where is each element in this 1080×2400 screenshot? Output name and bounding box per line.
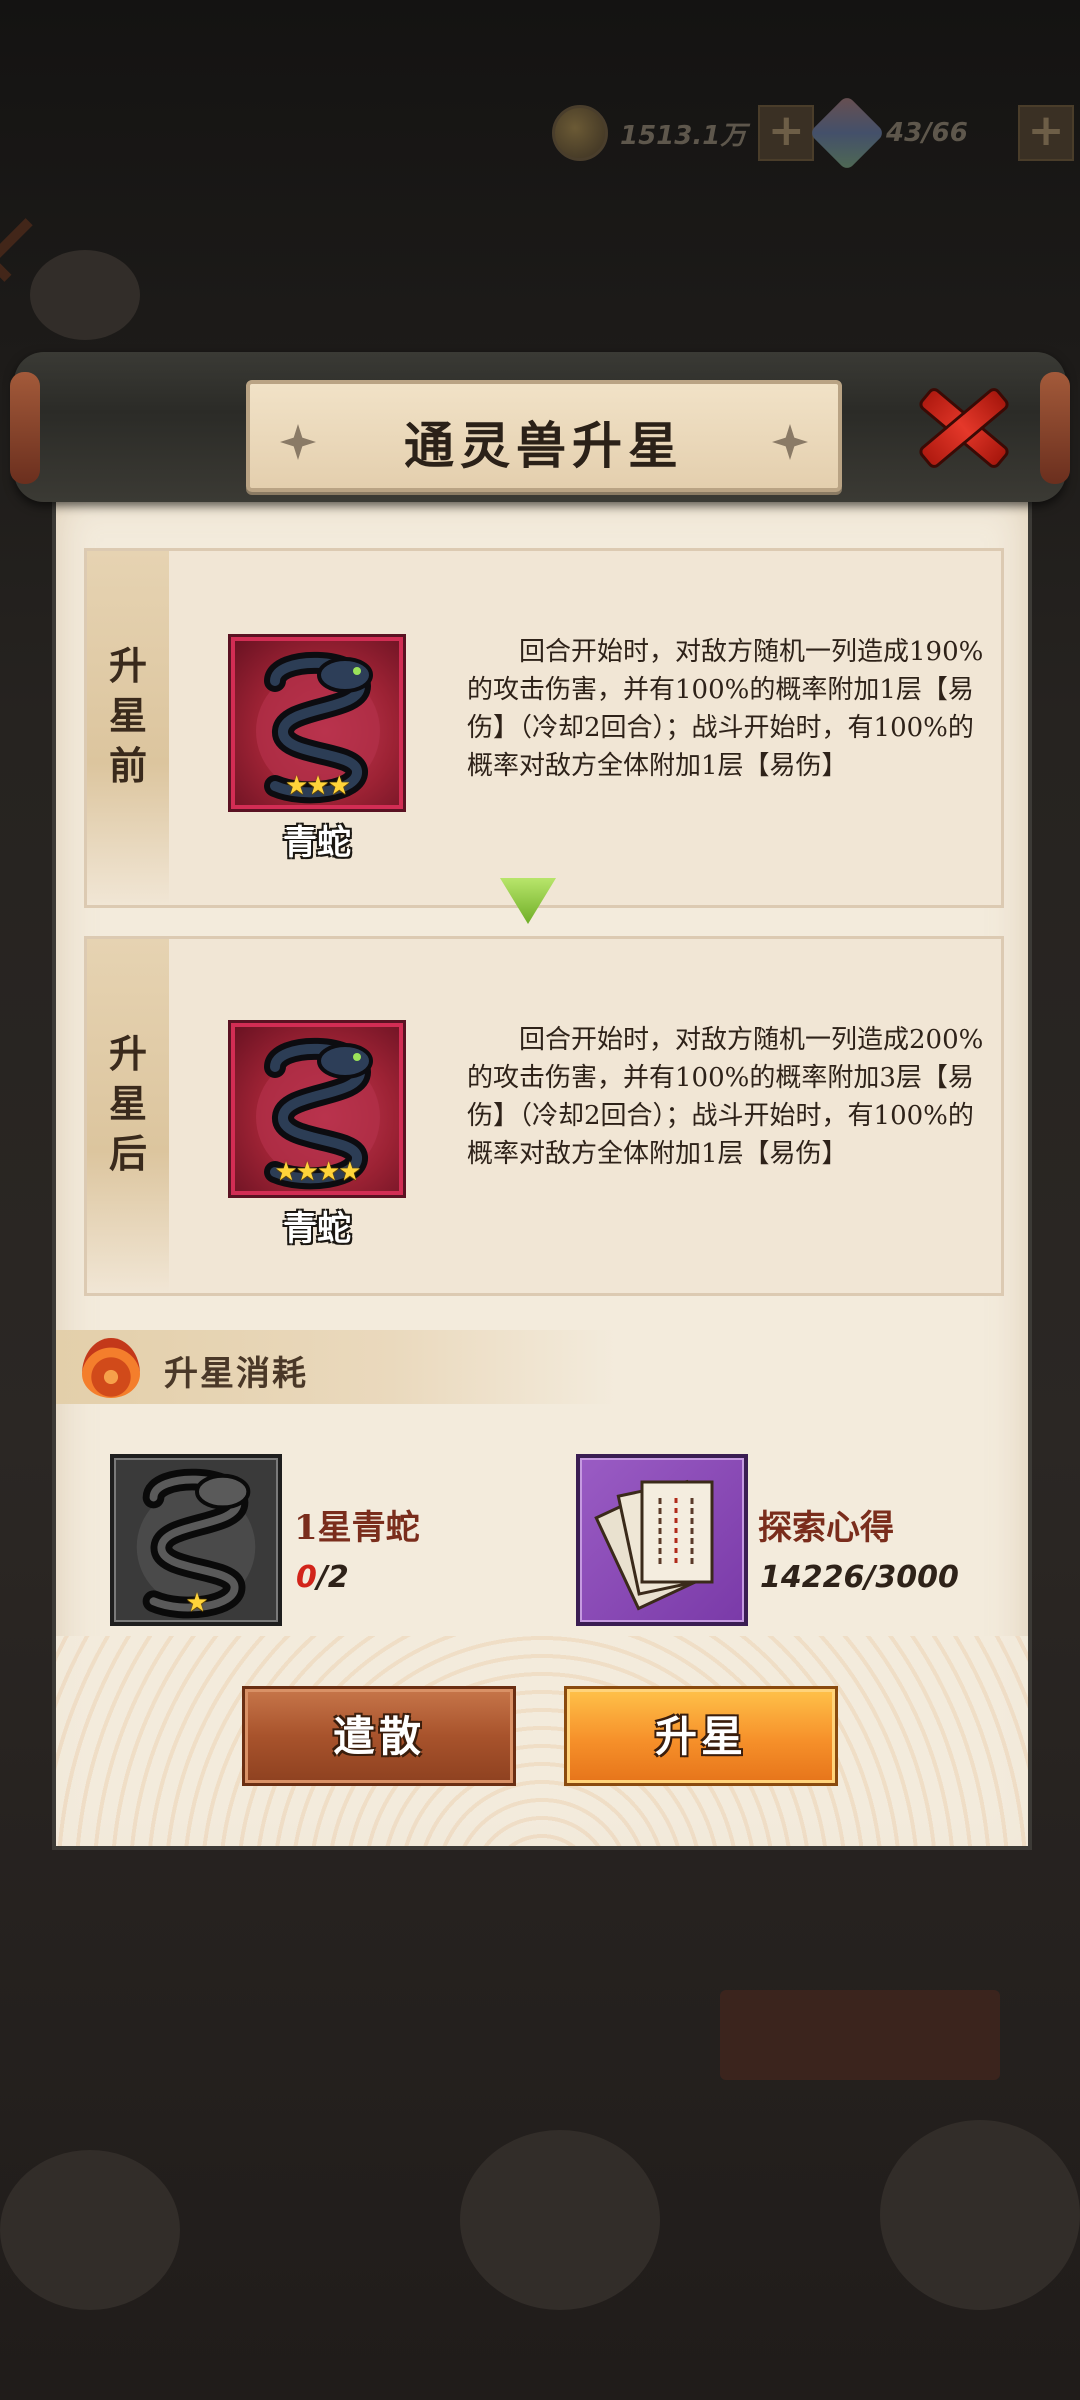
wave-pattern [56,1636,1028,1846]
bg-button [720,1990,1000,2080]
scroll-cap-left [10,372,40,484]
bg-decoration [460,2130,660,2310]
pet-card-after[interactable]: ★★★★ [231,1023,403,1195]
skill-description-before: 回合开始时，对敌方随机一列造成190%的攻击伤害，并有100%的概率附加1层【易… [467,637,984,781]
cost-item-notes-name: 探索心得 [758,1508,894,1548]
flame-icon [82,1338,140,1398]
dialog-title: 通灵兽升星 [404,416,684,475]
resource-bar: 1513.1万 + 43/66 + [0,94,1080,185]
pet-name-after: 青蛇 [283,1209,351,1249]
before-label: 升 星 前 [87,551,169,905]
star-rating: ★★★ [285,771,351,801]
close-button[interactable] [908,378,1018,478]
star-rating: ★ [185,1588,208,1618]
scroll-papers-icon [594,1479,714,1611]
cost-title: 升星消耗 [164,1354,308,1394]
pet-card-before[interactable]: ★★★ [231,637,403,809]
after-upgrade-section: 升 星 后 ★★★★ 青蛇 回合开始时，对敌方随机一列造成200%的攻击伤害，并… [84,936,1004,1296]
pet-name-before: 青蛇 [283,823,351,863]
add-gold-button[interactable]: + [758,105,815,161]
gem-resource: 43/66 [808,94,968,172]
gem-icon [808,94,886,172]
cost-item-snake[interactable]: ★ [110,1454,282,1626]
bg-decoration [30,250,140,340]
bg-decoration [880,2120,1080,2310]
cost-item-exploration-notes[interactable] [576,1454,748,1626]
add-gem-button[interactable]: + [1018,105,1074,161]
star-rating: ★★★★ [274,1157,361,1187]
bg-decoration [0,2150,180,2310]
gold-coin-icon [552,105,608,161]
gold-amount: 1513.1万 [620,120,747,151]
upgrade-star-button[interactable]: 升星 [564,1686,838,1786]
title-plate: 通灵兽升星 [246,380,842,492]
dismiss-button[interactable]: 遣散 [242,1686,516,1786]
cost-item-notes-count: 14226/3000 [760,1560,959,1595]
cost-item-snake-name: 1星青蛇 [294,1508,420,1548]
skill-description-after: 回合开始时，对敌方随机一列造成200%的攻击伤害，并有100%的概率附加3层【易… [467,1025,984,1169]
gold-resource: 1513.1万 + [552,103,815,163]
cost-header: 升星消耗 [56,1330,616,1404]
gem-amount: 43/66 [886,118,968,148]
before-upgrade-section: 升 星 前 ★★★ 青蛇 回合开始时，对敌方随机一列造成190%的攻击伤害，并有… [84,548,1004,908]
cost-item-snake-count: 0/2 [296,1560,349,1595]
after-label: 升 星 后 [87,939,169,1293]
scroll-cap-right [1040,372,1070,484]
gem-add: + [1018,103,1074,163]
